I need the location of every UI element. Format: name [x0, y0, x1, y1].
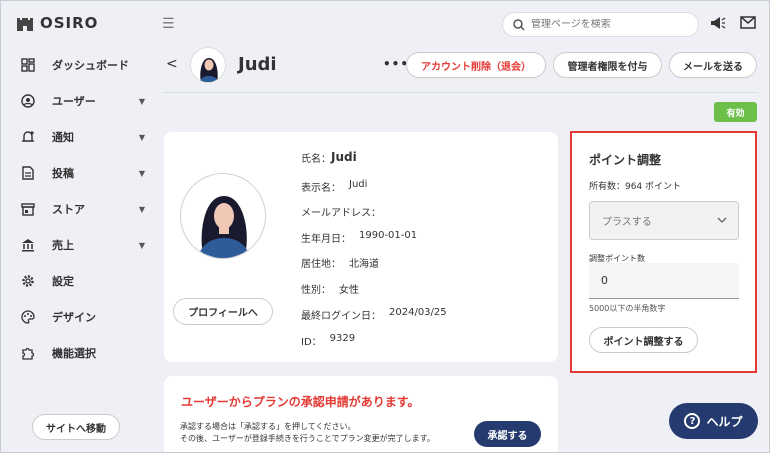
point-balance: 所有数：964 ポイント	[589, 182, 682, 192]
adjust-type-value: プラスする	[602, 217, 652, 228]
sidebar-item-label: ユーザー	[52, 95, 96, 108]
logo-text: OSIRO	[40, 14, 99, 32]
approval-desc-line: 承認する場合は「承認する」を押してください。	[180, 422, 356, 431]
sidebar-item-label: 通知	[52, 131, 74, 144]
info-row-birthday: 生年月日： 1990-01-01	[301, 230, 417, 245]
caret-down-icon: ▼	[138, 96, 145, 106]
info-label: 表示名：	[301, 183, 341, 194]
header-divider	[162, 92, 758, 93]
sidebar-item-label: ストア	[52, 203, 85, 216]
sidebar-item-features[interactable]: 機能選択	[20, 343, 145, 363]
sidebar-item-label: デザイン	[52, 311, 96, 324]
back-arrow-icon[interactable]: <	[166, 56, 178, 72]
bell-plus-icon	[20, 129, 36, 145]
gear-icon	[20, 273, 36, 289]
info-row-name: 氏名： Judi	[301, 150, 357, 165]
sidebar-item-notifications[interactable]: 通知 ▼	[20, 127, 145, 147]
info-label: 居住地：	[301, 259, 341, 270]
chevron-down-icon	[716, 214, 728, 229]
info-label: ID：	[301, 337, 322, 348]
search-box[interactable]	[502, 12, 699, 37]
adjust-type-select[interactable]: プラスする	[589, 201, 739, 240]
sidebar-item-dashboard[interactable]: ダッシュボード	[20, 55, 145, 75]
info-value: Judi	[349, 179, 368, 190]
info-value: 2024/03/25	[389, 307, 447, 318]
dashboard-icon	[20, 57, 36, 73]
profile-button[interactable]: プロフィールへ	[173, 298, 273, 325]
amount-hint: 5000以下の半角数字	[589, 304, 666, 313]
sidebar-item-users[interactable]: ユーザー ▼	[20, 91, 145, 111]
sidebar-item-settings[interactable]: 設定	[20, 271, 145, 291]
status-badge: 有効	[714, 102, 757, 122]
megaphone-icon[interactable]	[710, 16, 726, 33]
search-icon	[513, 18, 525, 31]
caret-down-icon: ▼	[138, 132, 145, 142]
sidebar-item-store[interactable]: ストア ▼	[20, 199, 145, 219]
caret-down-icon: ▼	[138, 204, 145, 214]
info-label: メールアドレス：	[301, 208, 381, 219]
info-row-email: メールアドレス：	[301, 204, 389, 219]
caret-down-icon: ▼	[138, 240, 145, 250]
page-title: Judi	[238, 54, 277, 75]
menu-toggle-icon[interactable]: ☰	[162, 16, 175, 32]
info-row-display-name: 表示名： Judi	[301, 179, 367, 194]
info-row-gender: 性別： 女性	[301, 281, 359, 296]
go-to-site-button[interactable]: サイトへ移動	[32, 414, 120, 440]
info-value: 北海道	[349, 259, 379, 270]
info-row-residence: 居住地： 北海道	[301, 255, 379, 270]
user-icon	[20, 93, 36, 109]
approval-description: 承認する場合は「承認する」を押してください。 その後、ユーザーが登録手続きを行う…	[180, 421, 470, 445]
info-label: 生年月日：	[301, 234, 351, 245]
sidebar-item-label: 売上	[52, 239, 74, 252]
info-label: 性別：	[301, 285, 331, 296]
help-label: ヘルプ	[706, 414, 743, 429]
sidebar-item-design[interactable]: デザイン	[20, 307, 145, 327]
sidebar-item-label: 機能選択	[52, 347, 96, 360]
document-icon	[20, 165, 36, 181]
delete-account-button[interactable]: アカウント削除（退会）	[406, 52, 546, 78]
info-row-last-login: 最終ログイン日： 2024/03/25	[301, 307, 447, 322]
store-icon	[20, 201, 36, 217]
info-label: 氏名：	[301, 154, 331, 165]
palette-icon	[20, 309, 36, 325]
caret-down-icon: ▼	[138, 168, 145, 178]
adjust-points-button[interactable]: ポイント調整する	[589, 327, 698, 353]
question-icon: ?	[684, 413, 701, 429]
approval-desc-line: その後、ユーザーが登録手続きを行うことでプラン変更が完了します。	[180, 434, 435, 443]
point-adjust-title: ポイント調整	[589, 153, 662, 167]
sidebar-item-posts[interactable]: 投稿 ▼	[20, 163, 145, 183]
info-value: Judi	[331, 150, 357, 164]
sidebar-item-label: 投稿	[52, 167, 74, 180]
sidebar-item-label: 設定	[52, 275, 74, 288]
sidebar-item-label: ダッシュボード	[52, 59, 129, 72]
amount-input[interactable]	[589, 263, 739, 299]
approval-title: ユーザーからプランの承認申請があります。	[181, 395, 420, 409]
send-mail-button[interactable]: メールを送る	[669, 52, 757, 78]
profile-avatar	[180, 173, 266, 259]
info-value: 9329	[329, 333, 356, 344]
info-value: 女性	[339, 285, 359, 296]
info-label: 最終ログイン日：	[301, 311, 381, 322]
search-input[interactable]	[531, 19, 681, 30]
avatar	[190, 47, 226, 83]
info-row-id: ID： 9329	[301, 333, 355, 348]
bank-icon	[20, 237, 36, 253]
approve-button[interactable]: 承認する	[474, 421, 541, 447]
help-button[interactable]: ? ヘルプ	[669, 403, 758, 439]
grant-admin-button[interactable]: 管理者権限を付与	[553, 52, 662, 78]
sidebar-item-sales[interactable]: 売上 ▼	[20, 235, 145, 255]
mail-icon[interactable]	[740, 16, 756, 32]
castle-icon	[17, 18, 33, 31]
info-value: 1990-01-01	[359, 230, 418, 241]
puzzle-icon	[20, 345, 36, 361]
app-logo[interactable]: OSIRO	[16, 14, 98, 32]
